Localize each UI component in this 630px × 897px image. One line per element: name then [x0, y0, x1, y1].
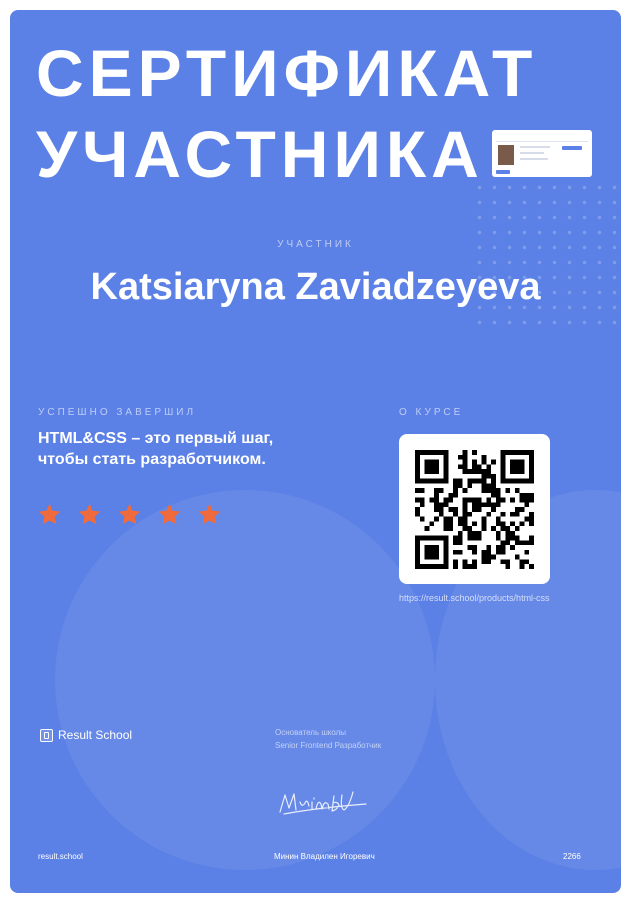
- certificate-title-line2: УЧАСТНИКА: [36, 117, 484, 191]
- founder-info: Основатель школы Senior Frontend Разрабо…: [275, 726, 381, 752]
- about-caption: О КУРСЕ: [399, 407, 464, 418]
- qr-code[interactable]: [415, 450, 534, 569]
- course-description: HTML&CSS – это первый шаг, чтобы стать р…: [38, 430, 274, 468]
- preview-photo: [498, 145, 514, 165]
- qr-code-card[interactable]: [399, 434, 550, 584]
- certificate-title-line1: СЕРТИФИКАТ: [36, 36, 538, 110]
- course-url[interactable]: https://result.school/products/html-css: [399, 593, 550, 603]
- logo-text: Result School: [58, 728, 133, 742]
- completed-caption: УСПЕШНО ЗАВЕРШИЛ: [38, 407, 197, 418]
- handwritten-signature: [279, 791, 367, 815]
- certificate-number: 2266: [563, 852, 581, 861]
- rating-stars: [37, 502, 222, 527]
- star-icon: [158, 503, 181, 525]
- founder-title: Senior Frontend Разработчик: [275, 741, 382, 750]
- result-school-logo: Result School: [40, 728, 132, 742]
- certificate: СЕРТИФИКАТ УЧАСТНИКА УЧАСТНИК Katsiaryna…: [10, 10, 621, 893]
- site-link[interactable]: result.school: [38, 852, 83, 861]
- background-circle-left: [55, 490, 435, 870]
- star-icon: [198, 503, 221, 525]
- founder-name: Минин Владилен Игоревич: [274, 852, 375, 861]
- star-icon: [78, 503, 101, 525]
- participant-name: Katsiaryna Zaviadzeyeva: [90, 266, 541, 308]
- logo-icon: [40, 728, 53, 742]
- star-icon: [118, 503, 141, 525]
- project-preview-thumbnail: [492, 130, 592, 177]
- founder-role: Основатель школы: [275, 728, 347, 737]
- star-icon: [38, 503, 61, 525]
- participant-caption: УЧАСТНИК: [277, 239, 354, 250]
